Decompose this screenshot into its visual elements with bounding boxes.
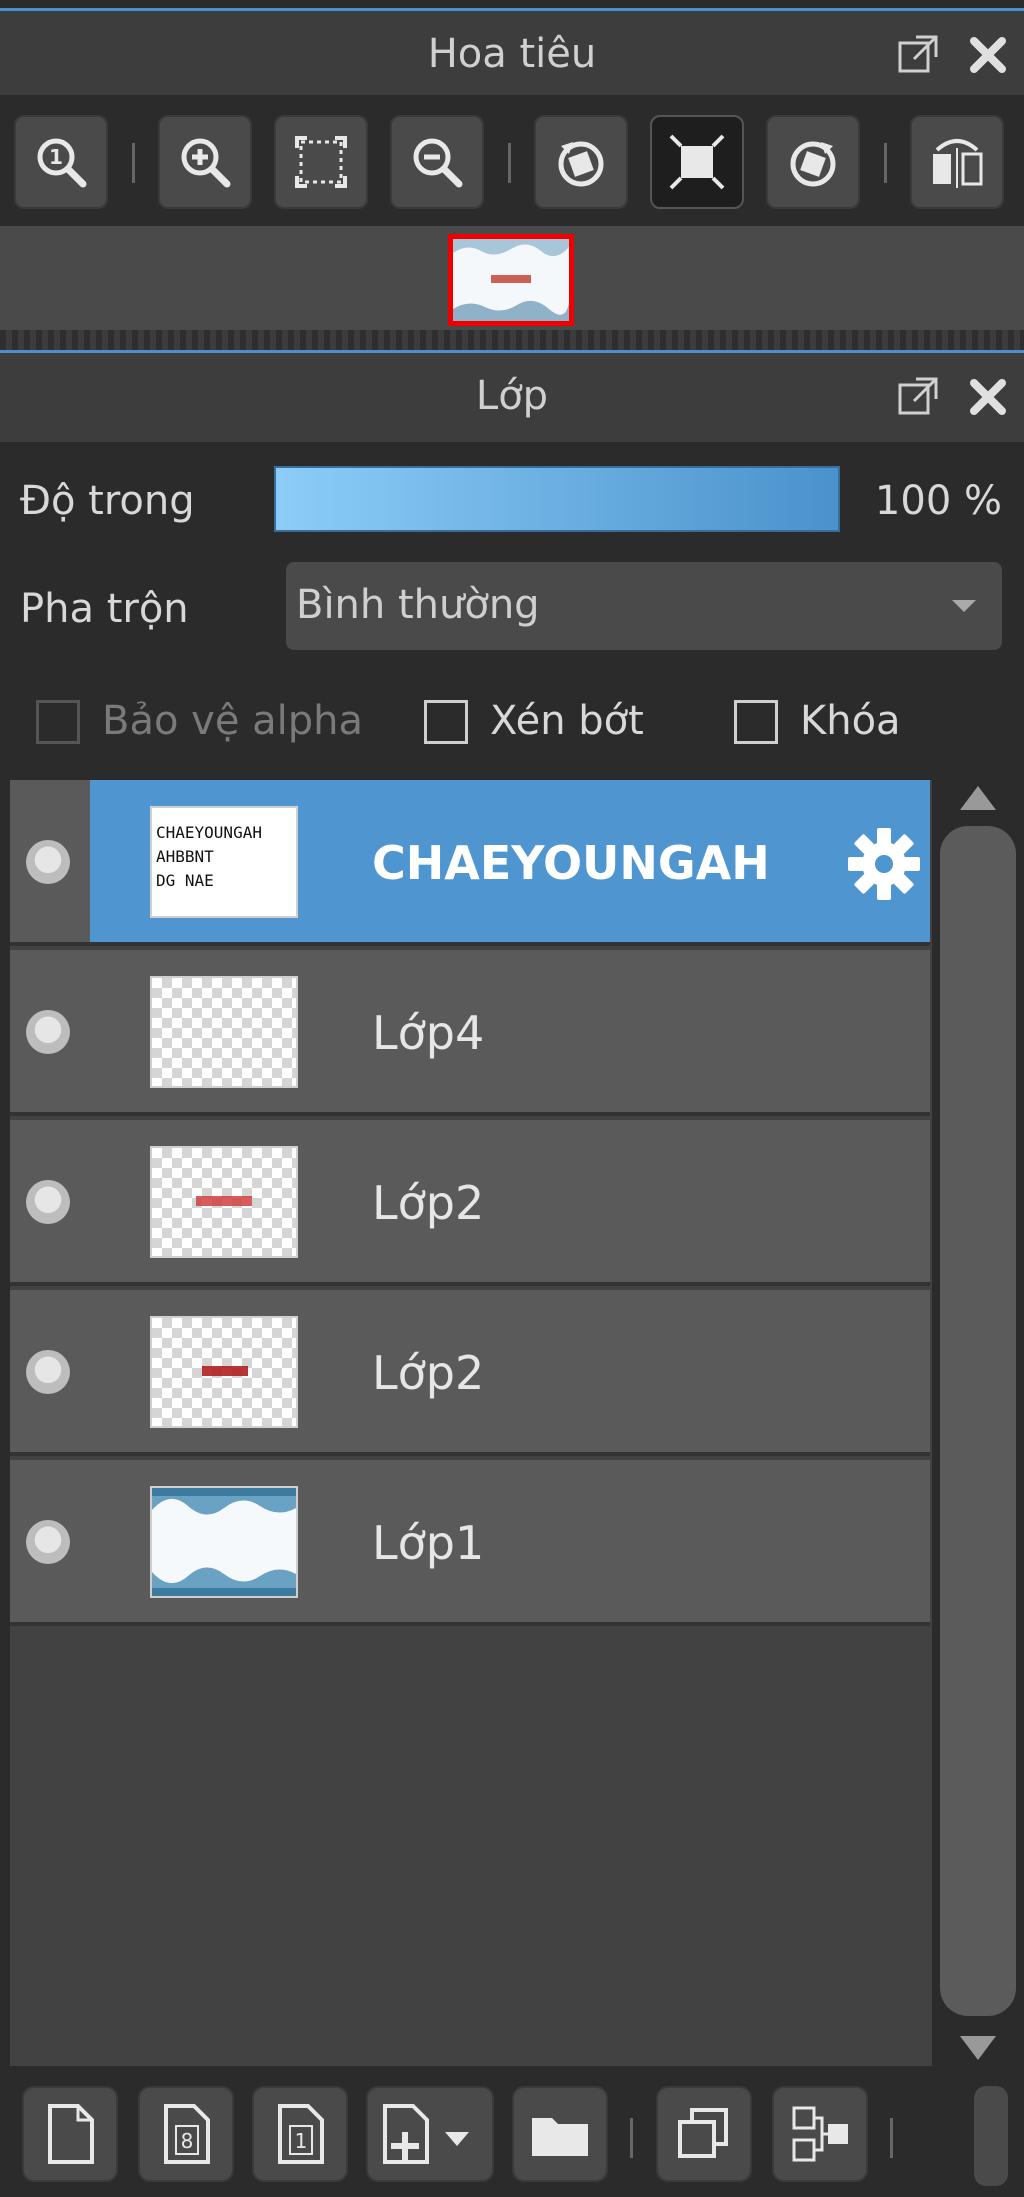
navigator-toolbar: 1	[0, 95, 1024, 225]
eye-icon	[26, 1350, 70, 1394]
chevron-down-icon	[952, 600, 976, 612]
folder-icon	[532, 2118, 588, 2156]
rotate-right-icon	[790, 141, 836, 187]
fit-screen-button[interactable]	[274, 115, 368, 209]
fit-window-button[interactable]	[650, 115, 744, 209]
blend-label: Pha trộn	[20, 586, 189, 632]
opacity-label: Độ trong	[20, 478, 195, 524]
merge-layer-button[interactable]	[772, 2086, 868, 2182]
toolbar-scroll-handle[interactable]	[974, 2086, 1008, 2186]
zoom-out-icon	[413, 138, 463, 188]
eye-icon	[26, 1520, 70, 1564]
blend-mode-value: Bình thường	[296, 582, 540, 628]
bit1-text: 1	[295, 2129, 308, 2153]
eye-icon	[26, 840, 70, 884]
layers-bottom-toolbar: 8 1	[0, 2070, 1024, 2197]
duplicate-layer-icon	[678, 2108, 728, 2158]
new-layer-1bit-icon: 1	[278, 2104, 324, 2164]
bit8-text: 8	[181, 2129, 194, 2153]
layer-name: Lớp2	[372, 1346, 485, 1400]
svg-text:DG NAE: DG NAE	[156, 871, 214, 890]
layer-thumbnail	[150, 976, 298, 1088]
lock-label: Khóa	[800, 698, 901, 744]
navigator-header: Hoa tiêu	[0, 8, 1024, 100]
clip-checkbox[interactable]	[424, 700, 468, 744]
thumb-text: CHAEYOUNGAH	[156, 823, 262, 842]
layers-title: Lớp	[475, 373, 549, 419]
clip-label: Xén bớt	[490, 698, 644, 744]
visibility-toggle[interactable]	[10, 1290, 90, 1452]
popout-icon[interactable]	[896, 33, 940, 77]
new-folder-button[interactable]	[512, 2086, 608, 2182]
layer-name: Lớp4	[372, 1006, 485, 1060]
layers-header: Lớp	[0, 350, 1024, 442]
layer-name: CHAEYOUNGAH	[372, 836, 770, 890]
add-layer-menu-icon	[383, 2104, 469, 2164]
visibility-toggle[interactable]	[10, 1460, 90, 1622]
rotate-right-button[interactable]	[766, 115, 860, 209]
layer-row[interactable]: Lớp2	[10, 1290, 930, 1456]
toolbar-separator	[508, 143, 511, 183]
zoom-actual-button[interactable]: 1	[14, 115, 108, 209]
visibility-toggle[interactable]	[10, 950, 90, 1112]
popout-icon[interactable]	[896, 375, 940, 419]
zoom-actual-icon: 1	[37, 138, 87, 188]
flip-horizontal-icon	[933, 139, 983, 188]
layer-thumbnail	[150, 1316, 298, 1428]
rotate-left-button[interactable]	[534, 115, 628, 209]
layer-name: Lớp1	[372, 1516, 485, 1570]
protect-alpha-label: Bảo vệ alpha	[102, 698, 364, 744]
toolbar-separator	[890, 2118, 893, 2158]
merge-layer-icon	[792, 2106, 848, 2162]
navigator-title: Hoa tiêu	[427, 31, 597, 77]
svg-text:1: 1	[49, 145, 63, 169]
close-icon[interactable]	[966, 375, 1010, 419]
gear-icon[interactable]	[846, 826, 922, 902]
new-8bit-layer-button[interactable]: 8	[138, 2086, 234, 2182]
layer-list: CHAEYOUNGAH AHBBNT DG NAE CHAEYOUNGAH Lớ…	[10, 780, 932, 2066]
toolbar-separator	[630, 2118, 633, 2158]
rotate-left-icon	[558, 141, 604, 187]
lock-checkbox[interactable]	[734, 700, 778, 744]
new-layer-icon	[48, 2104, 94, 2164]
navigator-canvas-thumbnail[interactable]	[448, 234, 574, 326]
protect-alpha-checkbox[interactable]	[36, 700, 80, 744]
visibility-toggle[interactable]	[10, 1120, 90, 1282]
layer-thumbnail: CHAEYOUNGAH AHBBNT DG NAE	[150, 806, 298, 918]
eye-icon	[26, 1010, 70, 1054]
layer-row[interactable]: Lớp2	[10, 1120, 930, 1286]
layer-row[interactable]: Lớp1	[10, 1460, 930, 1626]
fit-window-icon	[669, 134, 725, 190]
close-icon[interactable]	[966, 33, 1010, 77]
new-layer-button[interactable]	[22, 2086, 118, 2182]
new-1bit-layer-button[interactable]: 1	[252, 2086, 348, 2182]
scroll-up-icon[interactable]	[960, 786, 996, 810]
blend-mode-select[interactable]: Bình thường	[286, 562, 1002, 650]
layer-row[interactable]: CHAEYOUNGAH AHBBNT DG NAE CHAEYOUNGAH	[10, 780, 930, 946]
layer-thumbnail	[150, 1146, 298, 1258]
toolbar-separator	[884, 143, 887, 183]
opacity-slider[interactable]	[274, 466, 840, 532]
fit-screen-icon	[295, 136, 347, 188]
zoom-in-button[interactable]	[158, 115, 252, 209]
layer-thumbnail	[150, 1486, 298, 1598]
visibility-toggle[interactable]	[10, 780, 90, 942]
add-layer-menu-button[interactable]	[366, 2086, 494, 2182]
zoom-out-button[interactable]	[390, 115, 484, 209]
panel-splitter[interactable]	[0, 330, 1024, 350]
layer-row[interactable]: Lớp4	[10, 950, 930, 1116]
layer-name: Lớp2	[372, 1176, 485, 1230]
zoom-in-icon	[181, 138, 231, 188]
duplicate-layer-button[interactable]	[656, 2086, 752, 2182]
scroll-down-icon[interactable]	[960, 2036, 996, 2060]
navigator-preview-area[interactable]	[0, 226, 1024, 330]
svg-text:AHBBNT: AHBBNT	[156, 847, 214, 866]
layer-list-scrollbar[interactable]	[940, 780, 1016, 2066]
eye-icon	[26, 1180, 70, 1224]
scrollbar-thumb[interactable]	[940, 826, 1016, 2016]
flip-horizontal-button[interactable]	[910, 115, 1004, 209]
toolbar-separator	[132, 143, 135, 183]
new-layer-8bit-icon: 8	[164, 2104, 210, 2164]
opacity-value: 100 %	[874, 478, 1002, 524]
